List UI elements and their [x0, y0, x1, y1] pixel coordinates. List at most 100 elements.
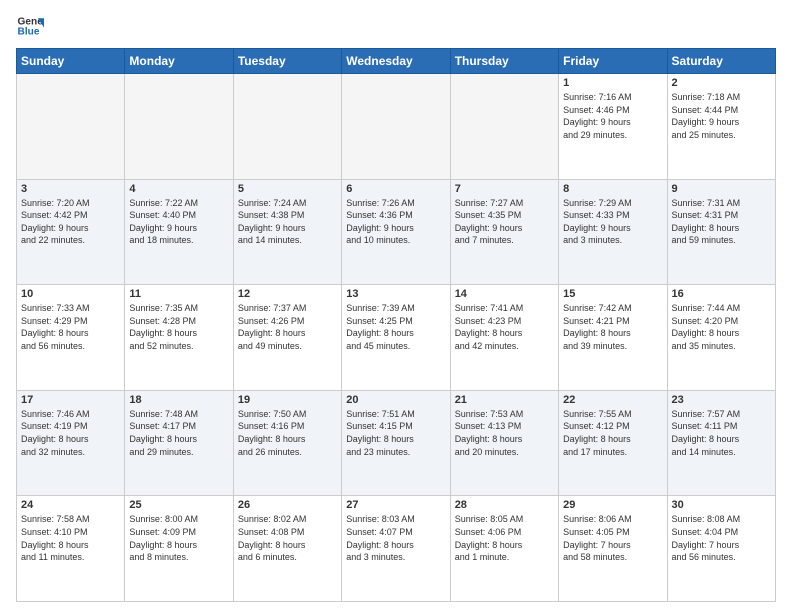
calendar-cell [342, 74, 450, 180]
day-number: 23 [672, 394, 771, 406]
calendar-cell: 11 Sunrise: 7:35 AM Sunset: 4:28 PM Dayli… [125, 285, 233, 391]
day-number: 29 [563, 499, 662, 511]
day-number: 4 [129, 183, 228, 195]
weekday-header: Tuesday [233, 49, 341, 74]
calendar-cell: 3 Sunrise: 7:20 AM Sunset: 4:42 PM Daylig… [17, 179, 125, 285]
day-number: 2 [672, 77, 771, 89]
calendar-cell: 13 Sunrise: 7:39 AM Sunset: 4:25 PM Dayli… [342, 285, 450, 391]
logo: General Blue [16, 12, 44, 40]
calendar-cell: 17 Sunrise: 7:46 AM Sunset: 4:19 PM Dayli… [17, 390, 125, 496]
day-info: Sunrise: 8:08 AM Sunset: 4:04 PM Dayligh… [672, 513, 771, 563]
day-info: Sunrise: 8:03 AM Sunset: 4:07 PM Dayligh… [346, 513, 445, 563]
calendar-cell: 30 Sunrise: 8:08 AM Sunset: 4:04 PM Dayli… [667, 496, 775, 602]
day-number: 26 [238, 499, 337, 511]
calendar-cell: 26 Sunrise: 8:02 AM Sunset: 4:08 PM Dayli… [233, 496, 341, 602]
calendar-cell: 24 Sunrise: 7:58 AM Sunset: 4:10 PM Dayli… [17, 496, 125, 602]
calendar-cell: 10 Sunrise: 7:33 AM Sunset: 4:29 PM Dayli… [17, 285, 125, 391]
calendar-cell: 29 Sunrise: 8:06 AM Sunset: 4:05 PM Dayli… [559, 496, 667, 602]
day-number: 1 [563, 77, 662, 89]
calendar-cell: 25 Sunrise: 8:00 AM Sunset: 4:09 PM Dayli… [125, 496, 233, 602]
calendar-cell: 1 Sunrise: 7:16 AM Sunset: 4:46 PM Daylig… [559, 74, 667, 180]
day-info: Sunrise: 7:27 AM Sunset: 4:35 PM Dayligh… [455, 197, 554, 247]
weekday-header: Sunday [17, 49, 125, 74]
day-info: Sunrise: 7:26 AM Sunset: 4:36 PM Dayligh… [346, 197, 445, 247]
weekday-header: Friday [559, 49, 667, 74]
calendar-cell: 4 Sunrise: 7:22 AM Sunset: 4:40 PM Daylig… [125, 179, 233, 285]
day-info: Sunrise: 8:06 AM Sunset: 4:05 PM Dayligh… [563, 513, 662, 563]
day-number: 15 [563, 288, 662, 300]
day-info: Sunrise: 7:53 AM Sunset: 4:13 PM Dayligh… [455, 408, 554, 458]
day-info: Sunrise: 7:35 AM Sunset: 4:28 PM Dayligh… [129, 302, 228, 352]
calendar-cell [450, 74, 558, 180]
calendar-cell: 19 Sunrise: 7:50 AM Sunset: 4:16 PM Dayli… [233, 390, 341, 496]
day-info: Sunrise: 7:46 AM Sunset: 4:19 PM Dayligh… [21, 408, 120, 458]
day-info: Sunrise: 7:31 AM Sunset: 4:31 PM Dayligh… [672, 197, 771, 247]
calendar-cell: 21 Sunrise: 7:53 AM Sunset: 4:13 PM Dayli… [450, 390, 558, 496]
day-number: 5 [238, 183, 337, 195]
weekday-header: Thursday [450, 49, 558, 74]
calendar-cell: 18 Sunrise: 7:48 AM Sunset: 4:17 PM Dayli… [125, 390, 233, 496]
calendar-cell: 20 Sunrise: 7:51 AM Sunset: 4:15 PM Dayli… [342, 390, 450, 496]
day-number: 11 [129, 288, 228, 300]
calendar-cell [233, 74, 341, 180]
day-info: Sunrise: 7:20 AM Sunset: 4:42 PM Dayligh… [21, 197, 120, 247]
day-number: 14 [455, 288, 554, 300]
day-number: 17 [21, 394, 120, 406]
calendar-cell: 27 Sunrise: 8:03 AM Sunset: 4:07 PM Dayli… [342, 496, 450, 602]
day-info: Sunrise: 7:57 AM Sunset: 4:11 PM Dayligh… [672, 408, 771, 458]
day-number: 9 [672, 183, 771, 195]
calendar-cell: 16 Sunrise: 7:44 AM Sunset: 4:20 PM Dayli… [667, 285, 775, 391]
day-info: Sunrise: 7:44 AM Sunset: 4:20 PM Dayligh… [672, 302, 771, 352]
day-info: Sunrise: 8:05 AM Sunset: 4:06 PM Dayligh… [455, 513, 554, 563]
weekday-header: Monday [125, 49, 233, 74]
day-info: Sunrise: 7:48 AM Sunset: 4:17 PM Dayligh… [129, 408, 228, 458]
day-info: Sunrise: 7:39 AM Sunset: 4:25 PM Dayligh… [346, 302, 445, 352]
calendar-cell: 8Sunrise: 7:29 AM Sunset: 4:33 PM Daylig… [559, 179, 667, 285]
day-number: 6 [346, 183, 445, 195]
day-info: Sunrise: 7:42 AM Sunset: 4:21 PM Dayligh… [563, 302, 662, 352]
day-number: 24 [21, 499, 120, 511]
day-number: 22 [563, 394, 662, 406]
day-number: 7 [455, 183, 554, 195]
day-info: Sunrise: 7:51 AM Sunset: 4:15 PM Dayligh… [346, 408, 445, 458]
calendar-cell: 15 Sunrise: 7:42 AM Sunset: 4:21 PM Dayli… [559, 285, 667, 391]
calendar-cell [125, 74, 233, 180]
day-number: 27 [346, 499, 445, 511]
day-info: Sunrise: 7:29 AM Sunset: 4:33 PM Dayligh… [563, 197, 662, 247]
day-number: 21 [455, 394, 554, 406]
day-info: Sunrise: 7:50 AM Sunset: 4:16 PM Dayligh… [238, 408, 337, 458]
day-info: Sunrise: 7:58 AM Sunset: 4:10 PM Dayligh… [21, 513, 120, 563]
calendar-cell: 28 Sunrise: 8:05 AM Sunset: 4:06 PM Dayli… [450, 496, 558, 602]
weekday-header: Saturday [667, 49, 775, 74]
calendar-cell: 22 Sunrise: 7:55 AM Sunset: 4:12 PM Dayli… [559, 390, 667, 496]
day-number: 10 [21, 288, 120, 300]
day-number: 30 [672, 499, 771, 511]
calendar-cell [17, 74, 125, 180]
day-info: Sunrise: 7:16 AM Sunset: 4:46 PM Dayligh… [563, 91, 662, 141]
day-info: Sunrise: 7:18 AM Sunset: 4:44 PM Dayligh… [672, 91, 771, 141]
day-number: 20 [346, 394, 445, 406]
day-info: Sunrise: 7:55 AM Sunset: 4:12 PM Dayligh… [563, 408, 662, 458]
calendar-cell: 14 Sunrise: 7:41 AM Sunset: 4:23 PM Dayli… [450, 285, 558, 391]
day-info: Sunrise: 7:24 AM Sunset: 4:38 PM Dayligh… [238, 197, 337, 247]
calendar-cell: 12 Sunrise: 7:37 AM Sunset: 4:26 PM Dayli… [233, 285, 341, 391]
day-number: 3 [21, 183, 120, 195]
day-number: 16 [672, 288, 771, 300]
calendar-cell: 9 Sunrise: 7:31 AM Sunset: 4:31 PM Daylig… [667, 179, 775, 285]
day-info: Sunrise: 7:22 AM Sunset: 4:40 PM Dayligh… [129, 197, 228, 247]
day-number: 12 [238, 288, 337, 300]
calendar-cell: 5 Sunrise: 7:24 AM Sunset: 4:38 PM Daylig… [233, 179, 341, 285]
day-info: Sunrise: 7:33 AM Sunset: 4:29 PM Dayligh… [21, 302, 120, 352]
day-info: Sunrise: 7:37 AM Sunset: 4:26 PM Dayligh… [238, 302, 337, 352]
day-info: Sunrise: 8:02 AM Sunset: 4:08 PM Dayligh… [238, 513, 337, 563]
day-info: Sunrise: 8:00 AM Sunset: 4:09 PM Dayligh… [129, 513, 228, 563]
day-number: 25 [129, 499, 228, 511]
calendar-cell: 23 Sunrise: 7:57 AM Sunset: 4:11 PM Dayli… [667, 390, 775, 496]
day-info: Sunrise: 7:41 AM Sunset: 4:23 PM Dayligh… [455, 302, 554, 352]
day-number: 13 [346, 288, 445, 300]
day-number: 19 [238, 394, 337, 406]
day-number: 18 [129, 394, 228, 406]
calendar-cell: 7 Sunrise: 7:27 AM Sunset: 4:35 PM Daylig… [450, 179, 558, 285]
weekday-header: Wednesday [342, 49, 450, 74]
day-number: 28 [455, 499, 554, 511]
